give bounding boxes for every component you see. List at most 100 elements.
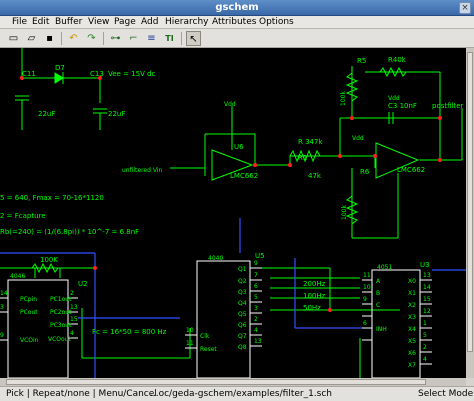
label-q5: Q5 bbox=[238, 311, 247, 318]
title-bar: gschem × bbox=[0, 0, 474, 16]
pin-9b: 9 bbox=[254, 260, 258, 267]
label-4051: 4051 bbox=[377, 264, 392, 271]
window-title: gschem bbox=[215, 2, 259, 13]
undo-icon[interactable]: ↶ bbox=[66, 31, 81, 46]
label-q2: Q2 bbox=[238, 278, 247, 285]
label-u5b: LMC662 bbox=[397, 166, 425, 174]
label-c13: C13 bbox=[90, 70, 104, 78]
label-u5: U5 bbox=[255, 252, 265, 260]
menu-options[interactable]: Options bbox=[259, 17, 294, 27]
pin-5: 5 bbox=[254, 294, 258, 301]
label-note1: 5 = 640, Fmax = 70-16*1120 bbox=[0, 194, 104, 202]
pin-4b: 4 bbox=[254, 327, 258, 334]
menu-page[interactable]: Page bbox=[114, 17, 136, 27]
label-r1ref: R 347k bbox=[298, 138, 323, 146]
label-u3: U3 bbox=[420, 261, 430, 269]
pin-12: 12 bbox=[423, 308, 431, 315]
pin-6: 6 bbox=[254, 283, 258, 290]
label-a: A bbox=[376, 278, 381, 285]
toolbar-separator bbox=[181, 32, 182, 45]
status-mode: Select Mode bbox=[418, 389, 474, 399]
open-icon[interactable]: ▱ bbox=[24, 31, 39, 46]
menu-attributes[interactable]: Attributes bbox=[212, 17, 256, 27]
pin-2: 2 bbox=[70, 290, 74, 297]
menu-edit[interactable]: Edit bbox=[32, 17, 49, 27]
pin-10b: 10 bbox=[363, 284, 371, 291]
label-x3: X3 bbox=[408, 314, 416, 321]
toolbar-separator bbox=[61, 32, 62, 45]
add-component-icon[interactable]: ⊶ bbox=[108, 31, 123, 46]
label-u6: U6 bbox=[234, 143, 244, 151]
vertical-scrollbar[interactable] bbox=[466, 48, 474, 378]
label-b: B bbox=[376, 290, 380, 297]
label-postfilter: postfilter bbox=[432, 102, 464, 110]
pin-6b: 6 bbox=[363, 320, 367, 327]
label-vee: Vee = 15V dc bbox=[108, 70, 156, 78]
label-r1: R1 bbox=[298, 154, 307, 162]
schematic-drawing[interactable]: C11 D7 C13 Vee = 15V dc 22uF 22uF Vdd Vd… bbox=[0, 48, 466, 378]
pin-13c: 13 bbox=[423, 272, 431, 279]
toolbar-separator bbox=[103, 32, 104, 45]
horizontal-scrollbar[interactable] bbox=[0, 378, 466, 386]
label-pc3: PC3out bbox=[50, 322, 72, 329]
resistors[interactable] bbox=[31, 66, 407, 274]
label-vdd3: Vdd bbox=[388, 95, 400, 102]
save-icon[interactable]: ▪ bbox=[42, 31, 57, 46]
pin-13b: 13 bbox=[254, 338, 262, 345]
label-f100: 100Hz bbox=[303, 292, 326, 300]
label-vcoout: VCOout bbox=[48, 336, 71, 343]
label-note2: 2 = Fcapture bbox=[0, 212, 46, 220]
label-pcout: PCout bbox=[20, 309, 38, 316]
pin-15: 15 bbox=[70, 316, 78, 323]
pin-1: 1 bbox=[423, 320, 427, 327]
horizontal-scroll-thumb[interactable] bbox=[6, 379, 426, 385]
close-icon[interactable]: × bbox=[459, 2, 471, 14]
pin-13: 13 bbox=[70, 304, 78, 311]
label-cap1: 22uF bbox=[38, 110, 55, 118]
vertical-scroll-thumb[interactable] bbox=[467, 52, 473, 352]
menu-file[interactable]: File bbox=[12, 17, 27, 27]
label-clk: Clk bbox=[200, 333, 210, 340]
label-x6: X6 bbox=[408, 350, 416, 357]
label-x1: X1 bbox=[408, 290, 416, 297]
label-x7: X7 bbox=[408, 362, 416, 369]
label-reset: Reset bbox=[200, 346, 217, 353]
pin-15b: 15 bbox=[423, 296, 431, 303]
redo-icon[interactable]: ↷ bbox=[84, 31, 99, 46]
label-4040: 4040 bbox=[208, 255, 223, 262]
label-q3: Q3 bbox=[238, 289, 247, 296]
label-pcpin: PCpin bbox=[20, 296, 37, 303]
label-x5: X5 bbox=[408, 338, 416, 345]
label-q6: Q6 bbox=[238, 322, 247, 329]
label-vdd2: Vdd bbox=[352, 135, 364, 142]
label-q1: Q1 bbox=[238, 266, 247, 273]
toolbar: ▭ ▱ ▪ ↶ ↷ ⊶ ⌐ ≡ TI ↖ bbox=[0, 29, 474, 48]
label-pc2: PC2out bbox=[50, 309, 72, 316]
pin-11b: 11 bbox=[363, 272, 371, 279]
menu-add[interactable]: Add bbox=[141, 17, 158, 27]
menu-view[interactable]: View bbox=[88, 17, 109, 27]
add-text-icon[interactable]: TI bbox=[162, 31, 177, 46]
label-f200: 200Hz bbox=[303, 280, 326, 288]
label-c: C bbox=[376, 302, 380, 309]
new-icon[interactable]: ▭ bbox=[6, 31, 21, 46]
select-icon[interactable]: ↖ bbox=[186, 31, 201, 46]
pin-3b: 3 bbox=[254, 305, 258, 312]
label-u2: U2 bbox=[78, 280, 88, 288]
pin-14: 14 bbox=[0, 290, 8, 297]
label-cap2: 22uF bbox=[108, 110, 125, 118]
label-q8: Q8 bbox=[238, 344, 247, 351]
pin-9c: 9 bbox=[363, 296, 367, 303]
schematic-canvas[interactable]: C11 D7 C13 Vee = 15V dc 22uF 22uF Vdd Vd… bbox=[0, 48, 466, 378]
pin-9: 9 bbox=[0, 332, 4, 339]
add-bus-icon[interactable]: ≡ bbox=[144, 31, 159, 46]
menu-buffer[interactable]: Buffer bbox=[55, 17, 82, 27]
menu-bar: File Edit Buffer View Page Add Hierarchy… bbox=[0, 16, 474, 29]
label-r5val: 100k bbox=[340, 91, 347, 106]
label-x4: X4 bbox=[408, 326, 416, 333]
label-unfiltered: unfiltered Vin bbox=[122, 167, 162, 174]
menu-hierarchy[interactable]: Hierarchy bbox=[165, 17, 209, 27]
add-net-icon[interactable]: ⌐ bbox=[126, 31, 141, 46]
status-filename: ...oc/geda-gschem/examples/filter_1.sch bbox=[150, 389, 333, 399]
label-r100k: 100K bbox=[40, 256, 58, 264]
